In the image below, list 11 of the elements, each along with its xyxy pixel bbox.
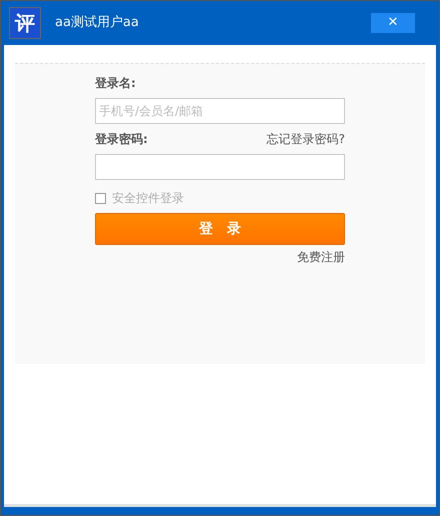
password-field[interactable] xyxy=(95,154,345,180)
checkbox[interactable] xyxy=(95,192,106,204)
username-field[interactable]: 手机号/会员名/邮箱 xyxy=(95,98,345,124)
password-label: 登录密码: xyxy=(95,131,148,148)
register-link[interactable]: 免费注册 xyxy=(297,248,345,266)
app-logo: 评 xyxy=(9,7,41,39)
close-button[interactable]: ✕ xyxy=(371,13,415,33)
forgot-password-link[interactable]: 忘记登录密码? xyxy=(266,130,345,148)
window-title: aa测试用户aa xyxy=(55,14,140,32)
username-label: 登录名: xyxy=(95,75,137,92)
checkbox-label: 安全控件登录 xyxy=(112,190,184,207)
